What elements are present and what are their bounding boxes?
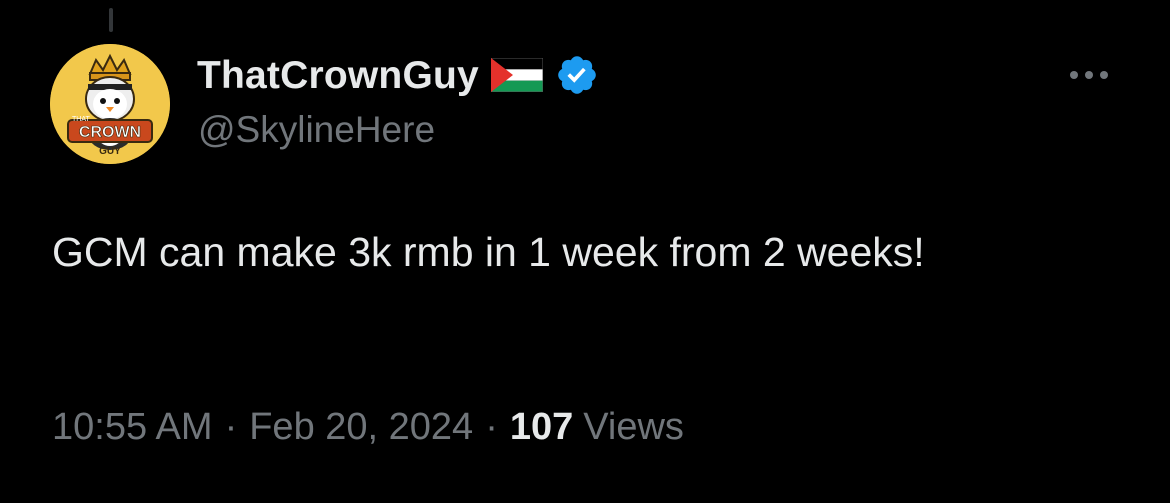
penguin-crown-logo-icon: THAT CROWN GUY [50, 44, 170, 164]
avatar[interactable]: THAT CROWN GUY [50, 44, 170, 164]
more-options-button[interactable] [1064, 60, 1114, 90]
views-count[interactable]: 107 [510, 408, 573, 446]
author-display-name[interactable]: ThatCrownGuy [197, 56, 479, 95]
views-label: Views [583, 406, 684, 448]
verified-badge-icon[interactable] [555, 53, 599, 97]
tweet-date[interactable]: Feb 20, 2024 [249, 408, 473, 446]
more-options-icon [1100, 71, 1108, 79]
author-row: ThatCrownGuy [197, 50, 599, 100]
more-options-icon [1085, 71, 1093, 79]
separator-dot: · [485, 406, 498, 448]
thread-connector-line [109, 8, 113, 32]
avatar-text-top: THAT [72, 116, 90, 123]
tweet-text: GCM can make 3k rmb in 1 week from 2 wee… [52, 229, 925, 275]
tweet-time[interactable]: 10:55 AM [52, 408, 213, 446]
tweet-metadata: 10:55 AM · Feb 20, 2024 · 107 Views [52, 408, 684, 446]
palestine-flag-icon [490, 58, 543, 92]
author-handle[interactable]: @SkylineHere [198, 111, 435, 148]
avatar-text-bottom: GUY [99, 146, 121, 157]
avatar-text-main: CROWN [79, 124, 141, 141]
separator-dot: · [224, 406, 238, 448]
more-options-icon [1070, 71, 1078, 79]
